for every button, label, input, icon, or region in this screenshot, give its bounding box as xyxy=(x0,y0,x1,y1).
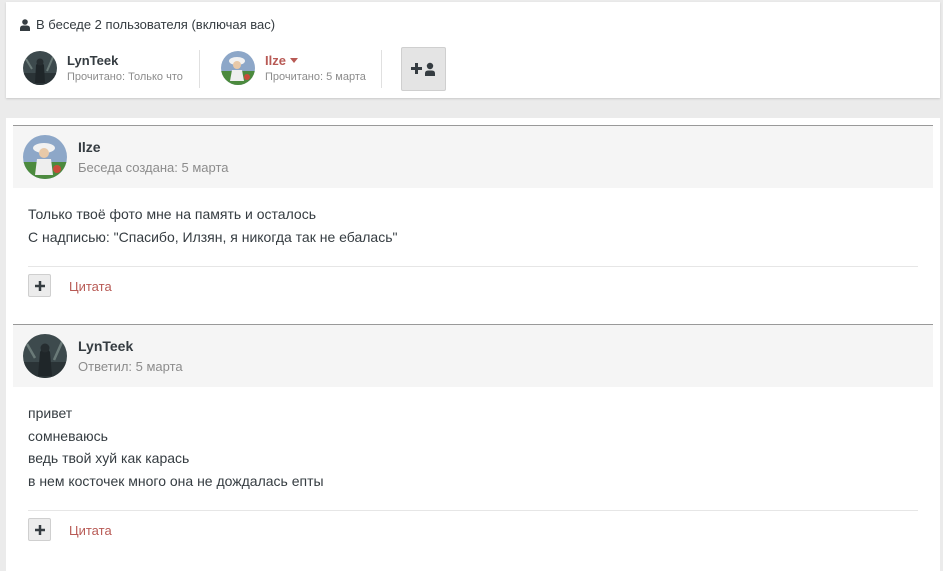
multiquote-button[interactable] xyxy=(28,274,51,297)
divider xyxy=(381,50,382,88)
participant-ilze[interactable]: Ilze Прочитано: 5 марта xyxy=(221,46,366,90)
message-line: С надписью: "Спасибо, Илзян, я никогда т… xyxy=(28,228,398,245)
avatar-lynteek[interactable] xyxy=(23,334,67,378)
avatar-lynteek[interactable] xyxy=(23,51,57,85)
message-body: привет сомневаюсь ведь твой хуй как кара… xyxy=(13,387,933,492)
message-footer: Цитата xyxy=(28,510,918,554)
message-line: Только твоё фото мне на память и осталос… xyxy=(28,206,316,222)
multiquote-button[interactable] xyxy=(28,518,51,541)
plus-icon xyxy=(34,524,45,535)
participant-name-dropdown[interactable]: Ilze xyxy=(265,53,366,68)
divider xyxy=(199,50,200,88)
add-user-icon xyxy=(410,62,435,76)
message-date: Ответил: 5 марта xyxy=(78,359,183,374)
caret-down-icon[interactable] xyxy=(289,58,298,63)
participants-title: В беседе 2 пользователя (включая вас) xyxy=(20,17,275,32)
participant-read-status: Прочитано: 5 марта xyxy=(265,71,366,83)
participant-read-status: Прочитано: Только что xyxy=(67,71,183,83)
participants-panel: В беседе 2 пользователя (включая вас) Ly… xyxy=(6,2,940,98)
message: Ilze Беседа создана: 5 марта Только твоё… xyxy=(13,125,933,297)
message-header: Ilze Беседа создана: 5 марта xyxy=(13,125,933,188)
message-body: Только твоё фото мне на память и осталос… xyxy=(13,188,933,248)
quote-link[interactable]: Цитата xyxy=(69,279,112,294)
participant-lynteek[interactable]: LynTeek Прочитано: Только что xyxy=(23,46,183,90)
plus-icon xyxy=(34,280,45,291)
avatar-ilze[interactable] xyxy=(221,51,255,85)
participants-title-text: В беседе 2 пользователя (включая вас) xyxy=(36,17,276,32)
quote-link[interactable]: Цитата xyxy=(69,523,112,538)
message-line: ведь твой хуй как карась xyxy=(28,450,190,466)
participant-name[interactable]: Ilze xyxy=(265,53,286,68)
avatar-ilze[interactable] xyxy=(23,135,67,179)
message-line: привет xyxy=(28,405,73,421)
message-line: в нем косточек много она не дождалась еп… xyxy=(28,472,324,489)
message-date: Беседа создана: 5 марта xyxy=(78,160,229,175)
message: LynTeek Ответил: 5 марта привет сомневаю… xyxy=(13,324,933,541)
message-footer: Цитата xyxy=(28,266,918,310)
add-participant-button[interactable] xyxy=(401,47,446,91)
message-author[interactable]: LynTeek xyxy=(78,338,133,354)
message-author[interactable]: Ilze xyxy=(78,139,101,155)
messages-container: Ilze Беседа создана: 5 марта Только твоё… xyxy=(6,118,940,571)
participant-name[interactable]: LynTeek xyxy=(67,53,183,68)
message-header: LynTeek Ответил: 5 марта xyxy=(13,324,933,387)
user-icon xyxy=(20,18,30,31)
message-line: сомневаюсь xyxy=(28,427,108,444)
